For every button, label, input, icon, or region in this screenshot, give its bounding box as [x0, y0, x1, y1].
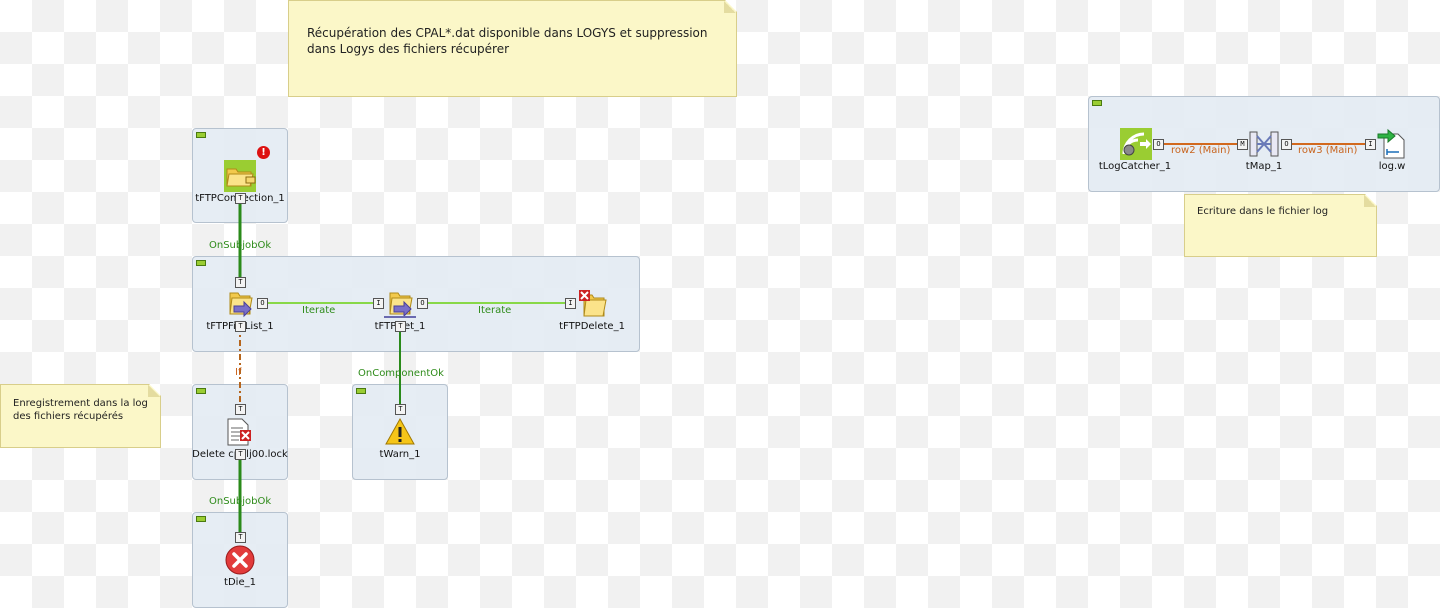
ftp-delete-icon[interactable] [576, 288, 608, 320]
link-label-row2[interactable]: row2 (Main) [1171, 145, 1230, 156]
port-iterate-in[interactable]: I [1365, 139, 1376, 150]
warn-label: tWarn_1 [379, 449, 421, 460]
link-label-iterate-1[interactable]: Iterate [302, 305, 335, 316]
port-main-out[interactable]: O [417, 298, 428, 309]
die-icon[interactable] [224, 544, 256, 576]
port-map-in[interactable]: M [1237, 139, 1248, 150]
port-trigger[interactable]: T [235, 449, 246, 460]
ftp-connection-icon[interactable] [224, 160, 256, 192]
port-trigger[interactable]: T [395, 404, 406, 415]
die-label: tDie_1 [224, 577, 256, 588]
ftp-delete-label: tFTPDelete_1 [559, 321, 625, 332]
port-main-out[interactable]: O [257, 298, 268, 309]
port-trigger[interactable]: T [395, 321, 406, 332]
port-main-out[interactable]: O [1153, 139, 1164, 150]
log-catcher-icon[interactable] [1120, 128, 1152, 160]
error-badge-icon[interactable]: ! [257, 146, 270, 159]
link-label-if[interactable]: If [235, 367, 241, 378]
map-label: tMap_1 [1245, 161, 1283, 172]
port-trigger[interactable]: T [235, 193, 246, 204]
link-label-oncomponentok[interactable]: OnComponentOk [358, 368, 444, 379]
port-trigger[interactable]: T [235, 321, 246, 332]
connection-layer [238, 143, 1366, 536]
link-label-onsubjobok-1[interactable]: OnSubjobOk [209, 240, 271, 251]
file-output-icon[interactable] [1376, 128, 1408, 160]
file-delete-icon[interactable] [224, 416, 256, 448]
port-main-out[interactable]: O [1281, 139, 1292, 150]
link-label-iterate-2[interactable]: Iterate [478, 305, 511, 316]
link-label-row3[interactable]: row3 (Main) [1298, 145, 1357, 156]
ftp-get-icon[interactable] [384, 288, 416, 320]
port-iterate-in[interactable]: I [565, 298, 576, 309]
port-trigger[interactable]: T [235, 532, 246, 543]
ftp-filelist-icon[interactable] [224, 288, 256, 320]
log-catcher-label: tLogCatcher_1 [1098, 161, 1172, 172]
log-output-label: log.w [1378, 161, 1406, 172]
port-iterate-in[interactable]: I [373, 298, 384, 309]
port-trigger[interactable]: T [235, 404, 246, 415]
link-label-onsubjobok-2[interactable]: OnSubjobOk [209, 496, 271, 507]
port-trigger[interactable]: T [235, 277, 246, 288]
map-icon[interactable] [1248, 128, 1280, 160]
warn-icon[interactable] [384, 416, 416, 448]
